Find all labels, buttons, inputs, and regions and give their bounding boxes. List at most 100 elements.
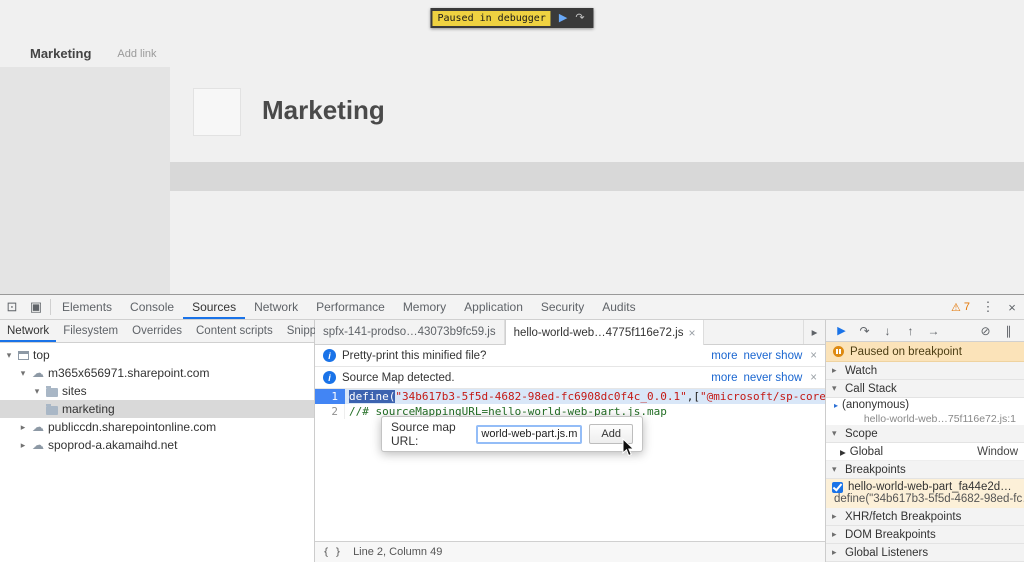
folder-icon [46, 403, 58, 415]
editor-tab-label: spfx-141-prodso…43073b9fc59.js [323, 326, 496, 338]
step-into-icon[interactable]: ↓ [876, 324, 899, 338]
section-breakpoints[interactable]: ▾ Breakpoints [826, 461, 1024, 480]
section-call-stack[interactable]: ▾ Call Stack [826, 380, 1024, 398]
tree-item-spoprod[interactable]: ▸ ☁ spoprod-a.akamaihd.net [0, 436, 314, 454]
punctuation: ,[ [686, 390, 701, 403]
editor-tab-hello-world[interactable]: hello-world-web…4775f116e72.js × [504, 320, 705, 345]
inspect-element-icon[interactable]: ⊡ [0, 295, 24, 319]
section-watch[interactable]: ▸ Watch [826, 362, 1024, 380]
section-xhr-breakpoints[interactable]: ▸ XHR/fetch Breakpoints [826, 508, 1024, 526]
tree-label: m365x656971.sharepoint.com [48, 366, 210, 380]
navtab-overrides[interactable]: Overrides [125, 320, 189, 342]
chevron-down-icon[interactable]: ▾ [4, 350, 14, 361]
tree-item-sharepoint-domain[interactable]: ▾ ☁ m365x656971.sharepoint.com [0, 364, 314, 382]
tree-item-sites[interactable]: ▾ sites [0, 382, 314, 400]
breakpoint-checkbox[interactable] [832, 481, 843, 493]
chevron-right-icon[interactable]: ▸ [840, 445, 846, 459]
editor-tab-spfx[interactable]: spfx-141-prodso…43073b9fc59.js [315, 320, 505, 344]
resume-script-icon[interactable]: ▶ [559, 12, 567, 24]
site-nav-title[interactable]: Marketing [30, 46, 91, 61]
tab-audits[interactable]: Audits [593, 295, 644, 319]
devtools-main: Network Filesystem Overrides Content scr… [0, 320, 1024, 562]
chevron-right-icon[interactable]: ▸ [832, 529, 841, 540]
call-stack-frame[interactable]: ▸ (anonymous) [826, 398, 1024, 413]
chevron-right-icon[interactable]: ▸ [832, 365, 841, 376]
step-over-icon[interactable]: ↷ [575, 12, 584, 24]
cloud-icon: ☁ [32, 438, 44, 452]
code-line-1[interactable]: 1 define("34b617b3-5f5d-4682-98ed-fc6908… [315, 389, 825, 404]
breakpoint-entry[interactable]: hello-world-web-part_fa44e2d4f17d… [826, 479, 1024, 494]
code-area[interactable]: 1 define("34b617b3-5f5d-4682-98ed-fc6908… [315, 389, 825, 541]
chevron-right-icon[interactable]: ▸ [832, 511, 841, 522]
warning-count-badge[interactable]: ⚠ 7 [945, 301, 976, 314]
tab-console[interactable]: Console [121, 295, 183, 319]
frame-function: (anonymous) [842, 399, 910, 412]
devtools-menu-icon[interactable]: ⋮ [976, 299, 1000, 315]
infobar-never-show-link[interactable]: never show [743, 372, 802, 384]
section-label: XHR/fetch Breakpoints [845, 510, 962, 523]
resume-icon[interactable]: ▶ [830, 324, 853, 337]
tab-security[interactable]: Security [532, 295, 593, 319]
step-icon[interactable]: → [922, 324, 945, 338]
line-number-breakpoint[interactable]: 1 [315, 389, 345, 404]
navtab-network[interactable]: Network [0, 320, 56, 342]
scope-global-row[interactable]: ▸ Global Window [826, 443, 1024, 462]
frame-location[interactable]: hello-world-web…75f116e72.js:1 [826, 412, 1024, 426]
tree-label: spoprod-a.akamaihd.net [48, 438, 178, 452]
infobar-never-show-link[interactable]: never show [743, 350, 802, 362]
source-map-url-input[interactable] [476, 424, 583, 444]
devtools-toolbar: ⊡ ▣ Elements Console Sources Network Per… [0, 295, 1024, 320]
chevron-right-icon[interactable]: ▸ [18, 422, 28, 433]
paused-on-breakpoint-banner: Paused on breakpoint [826, 342, 1024, 362]
chevron-right-icon[interactable]: ▸ [832, 547, 841, 558]
tab-memory[interactable]: Memory [394, 295, 455, 319]
tab-performance[interactable]: Performance [307, 295, 394, 319]
step-over-icon[interactable]: ↷ [853, 324, 876, 338]
chevron-down-icon[interactable]: ▾ [832, 428, 841, 439]
debugger-sidebar: ▶ ↷ ↓ ↑ → ⊘ ∥ Paused on breakpoint ▸ Wat… [825, 320, 1024, 562]
infobar-close-icon[interactable]: × [808, 372, 817, 384]
tab-application[interactable]: Application [455, 295, 532, 319]
add-link[interactable]: Add link [117, 48, 156, 60]
pretty-print-icon[interactable]: { } [323, 547, 341, 558]
tree-item-marketing[interactable]: marketing [0, 400, 314, 418]
infobar-more-link[interactable]: more [711, 350, 737, 362]
close-tab-icon[interactable]: × [688, 326, 695, 340]
section-scope[interactable]: ▾ Scope [826, 425, 1024, 444]
navtab-content-scripts[interactable]: Content scripts [189, 320, 280, 342]
pause-on-exceptions-icon[interactable]: ∥ [997, 324, 1020, 338]
infobar-text: Source Map detected. [342, 371, 455, 384]
chevron-down-icon[interactable]: ▾ [832, 383, 841, 394]
chevron-down-icon[interactable]: ▾ [18, 368, 28, 379]
infobar-more-link[interactable]: more [711, 372, 737, 384]
chevron-down-icon[interactable]: ▾ [32, 386, 42, 397]
section-label: DOM Breakpoints [845, 528, 936, 541]
tree-item-publiccdn[interactable]: ▸ ☁ publiccdn.sharepointonline.com [0, 418, 314, 436]
editor-tab-overflow-icon[interactable]: ▸ [803, 320, 825, 344]
step-out-icon[interactable]: ↑ [899, 324, 922, 338]
tab-elements[interactable]: Elements [53, 295, 121, 319]
pretty-print-infobar: i Pretty-print this minified file? more … [315, 345, 825, 367]
navtab-filesystem[interactable]: Filesystem [56, 320, 125, 342]
line-number[interactable]: 2 [315, 404, 345, 419]
device-toolbar-icon[interactable]: ▣ [24, 295, 48, 319]
section-global-listeners[interactable]: ▸ Global Listeners [826, 544, 1024, 562]
page-left-rail [0, 67, 170, 294]
infobar-close-icon[interactable]: × [808, 350, 817, 362]
devtools-close-icon[interactable]: × [1000, 300, 1024, 315]
deactivate-breakpoints-icon[interactable]: ⊘ [974, 324, 997, 338]
chevron-right-icon[interactable]: ▸ [18, 440, 28, 451]
section-dom-breakpoints[interactable]: ▸ DOM Breakpoints [826, 526, 1024, 544]
cursor-position: Line 2, Column 49 [353, 546, 443, 558]
tab-network[interactable]: Network [245, 295, 307, 319]
mouse-cursor [622, 438, 635, 457]
tree-item-top[interactable]: ▾ top [0, 346, 314, 364]
section-label: Breakpoints [845, 463, 906, 476]
editor-tabs: spfx-141-prodso…43073b9fc59.js hello-wor… [315, 320, 825, 345]
tree-label: publiccdn.sharepointonline.com [48, 420, 217, 434]
tree-label: sites [62, 384, 87, 398]
tree-label: marketing [62, 402, 115, 416]
breakpoint-code-preview[interactable]: define("34b617b3-5f5d-4682-98ed-fc… [826, 493, 1024, 508]
chevron-down-icon[interactable]: ▾ [832, 464, 841, 475]
tab-sources[interactable]: Sources [183, 295, 245, 319]
